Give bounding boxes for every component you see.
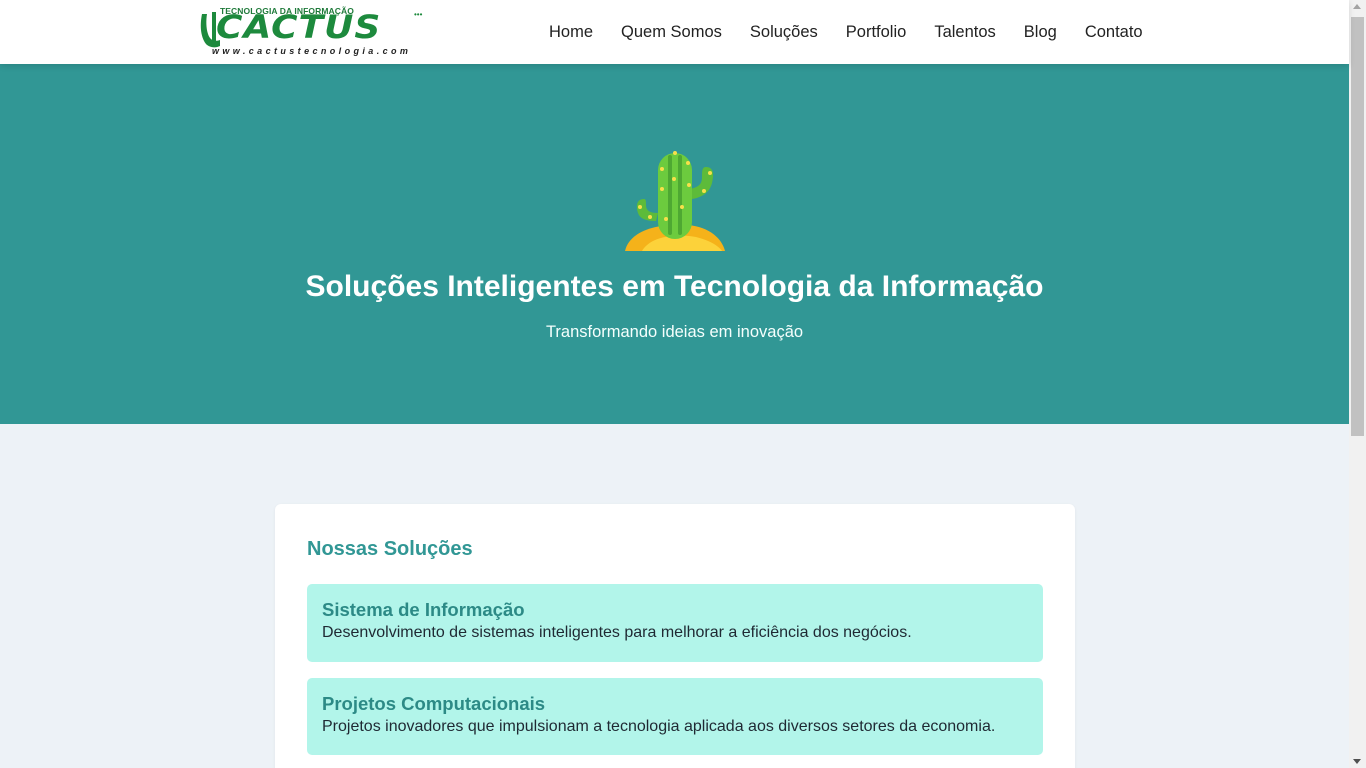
nav-talentos[interactable]: Talentos <box>934 23 995 42</box>
solution-item-projetos-computacionais[interactable]: Projetos Computacionais Projetos inovado… <box>307 678 1043 755</box>
solutions-title: Nossas Soluções <box>307 538 473 560</box>
site-header: TECNOLOGIA DA INFORMAÇÃO ••• CACTUS www.… <box>0 0 1349 64</box>
vertical-scrollbar[interactable] <box>1349 0 1366 768</box>
hero-section: Soluções Inteligentes em Tecnologia da I… <box>0 64 1349 424</box>
solution-item-description: Projetos inovadores que impulsionam a te… <box>322 718 996 735</box>
main-nav: Home Quem Somos Soluções Portfolio Talen… <box>535 0 1157 64</box>
logo-wordmark: CACTUS <box>216 9 382 47</box>
nav-home[interactable]: Home <box>549 23 593 42</box>
cactus-icon <box>625 151 725 251</box>
scroll-thumb[interactable] <box>1351 17 1364 436</box>
logo-url: www.cactustecnologia.com <box>212 46 412 56</box>
solution-item-sistema-de-informacao[interactable]: Sistema de Informação Desenvolvimento de… <box>307 584 1043 662</box>
scroll-up-arrow-icon[interactable] <box>1353 4 1361 9</box>
hero-subtitle: Transformando ideias em inovação <box>545 323 804 341</box>
nav-portfolio[interactable]: Portfolio <box>846 23 907 42</box>
logo-dots: ••• <box>414 10 423 19</box>
solution-item-title: Projetos Computacionais <box>322 693 546 714</box>
solution-item-description: Desenvolvimento de sistemas inteligentes… <box>322 624 912 641</box>
nav-contato[interactable]: Contato <box>1085 23 1143 42</box>
solutions-card: Nossas Soluções Sistema de Informação De… <box>275 504 1075 768</box>
scroll-down-arrow-icon[interactable] <box>1353 759 1361 764</box>
nav-solucoes[interactable]: Soluções <box>750 23 818 42</box>
hero-title: Soluções Inteligentes em Tecnologia da I… <box>305 270 1044 303</box>
cactus-logo[interactable]: TECNOLOGIA DA INFORMAÇÃO ••• CACTUS www.… <box>198 6 426 58</box>
nav-quem-somos[interactable]: Quem Somos <box>621 23 722 42</box>
nav-blog[interactable]: Blog <box>1024 23 1057 42</box>
solution-item-title: Sistema de Informação <box>322 599 525 620</box>
